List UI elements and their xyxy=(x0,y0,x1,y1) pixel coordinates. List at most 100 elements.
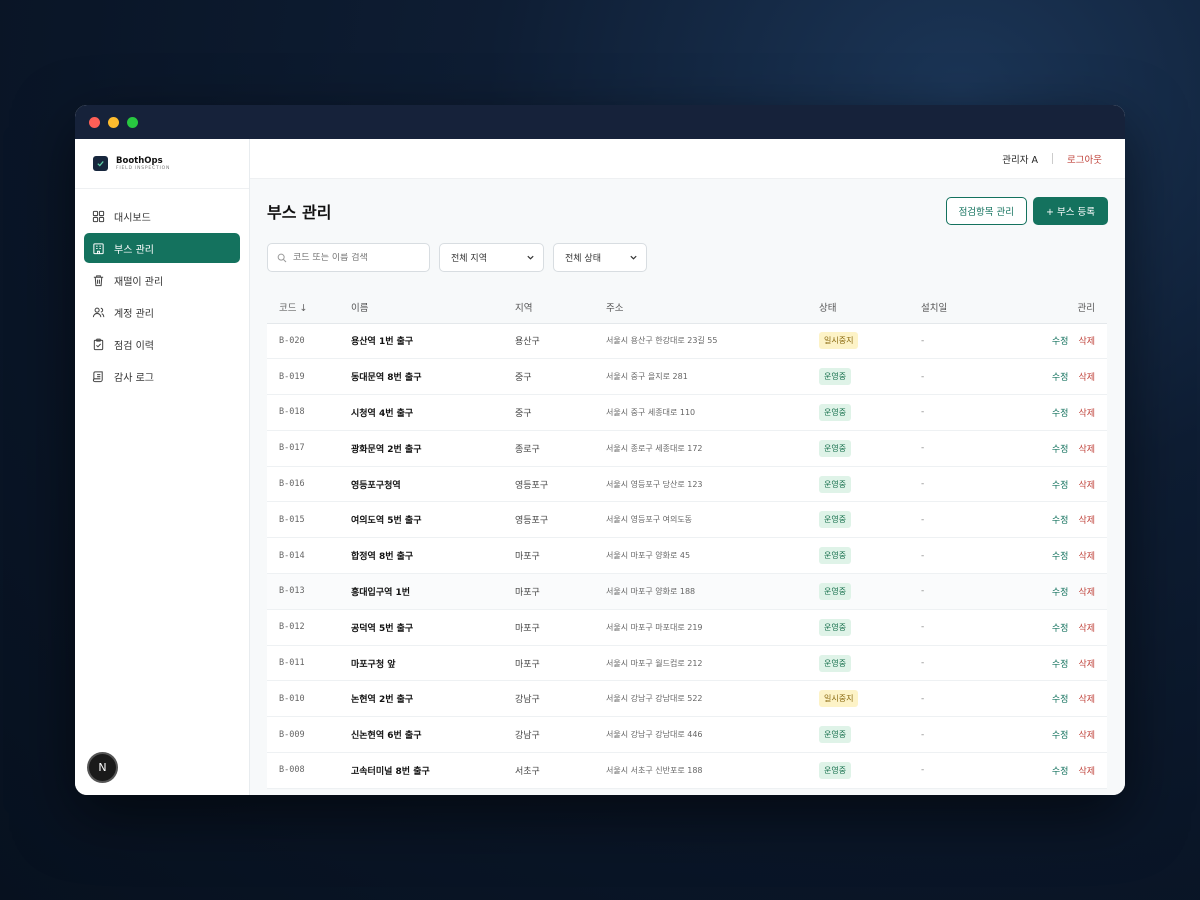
sidebar-item-label: 감사 로그 xyxy=(114,372,154,384)
booth-name: 용산역 1번 출구 xyxy=(351,323,515,360)
table-row[interactable]: B-008 고속터미널 8번 출구 서초구 서울시 서초구 신반포로 188 운영중 - 수… xyxy=(267,752,1107,789)
maximize-window-button[interactable] xyxy=(127,116,138,128)
status-cell: 운영중 xyxy=(819,501,921,539)
grid-icon xyxy=(92,210,105,222)
actions-cell: 수정 삭제 xyxy=(1031,716,1107,754)
sidebar-item-ashtrays[interactable]: 재떨이 관리 xyxy=(84,265,240,295)
table-row[interactable]: B-011 마포구청 앞 마포구 서울시 마포구 월드컵로 212 운영중 - 수정 삭제 xyxy=(267,645,1107,682)
status-badge: 운영중 xyxy=(819,403,852,421)
sidebar-item-booths[interactable]: 부스 관리 xyxy=(84,233,240,263)
table-row[interactable]: B-015 여의도역 5번 출구 영등포구 서울시 영등포구 여의도동 운영중 - 수정 삭제 xyxy=(267,501,1107,539)
sidebar-item-dashboard[interactable]: 대시보드 xyxy=(84,201,240,231)
booth-region: 강남구 xyxy=(515,716,606,754)
add-booth-button[interactable]: + 부스 등록 xyxy=(1033,197,1108,225)
table-row[interactable]: B-013 홍대입구역 1번 마포구 서울시 마포구 양화로 188 운영중 - 수정 삭제 xyxy=(267,573,1107,610)
actions-cell: 수정 삭제 xyxy=(1031,752,1107,789)
edit-button[interactable]: 수정 xyxy=(1052,481,1069,491)
minimize-window-button[interactable] xyxy=(108,116,119,128)
status-cell: 운영중 xyxy=(819,716,921,754)
delete-button[interactable]: 삭제 xyxy=(1078,409,1095,419)
page-title: 부스 관리 xyxy=(267,203,332,222)
delete-button[interactable]: 삭제 xyxy=(1078,481,1095,491)
status-cell: 운영중 xyxy=(819,358,921,396)
table-row[interactable]: B-014 합정역 8번 출구 마포구 서울시 마포구 양화로 45 운영중 - 수정 삭제 xyxy=(267,537,1107,575)
sidebar-item-label: 점검 이력 xyxy=(114,340,154,352)
delete-button[interactable]: 삭제 xyxy=(1078,767,1095,777)
delete-button[interactable]: 삭제 xyxy=(1078,337,1095,347)
edit-button[interactable]: 수정 xyxy=(1052,588,1069,598)
booth-code: B-011 xyxy=(267,645,351,682)
table-row[interactable]: B-010 논현역 2번 출구 강남구 서울시 강남구 강남대로 522 일시중지 - 수정… xyxy=(267,680,1107,718)
sidebar-item-inspection-history[interactable]: 점검 이력 xyxy=(84,329,240,359)
manage-check-items-button[interactable]: 점검항목 관리 xyxy=(945,197,1028,225)
install-date: - xyxy=(921,466,1031,503)
edit-button[interactable]: 수정 xyxy=(1052,337,1069,347)
booth-region: 마포구 xyxy=(515,645,606,682)
column-header-code[interactable]: 코드 ↓ xyxy=(267,291,351,324)
brand[interactable]: BoothOps FIELD INSPECTION xyxy=(75,139,249,189)
delete-button[interactable]: 삭제 xyxy=(1078,552,1095,562)
table-row[interactable]: B-017 광화문역 2번 출구 종로구 서울시 종로구 세종대로 172 운영중 - 수정… xyxy=(267,430,1107,467)
table-row[interactable]: B-018 시청역 4번 출구 중구 서울시 중구 세종대로 110 운영중 - 수정 삭제 xyxy=(267,394,1107,431)
booth-name: 합정역 8번 출구 xyxy=(351,537,515,575)
table-row[interactable]: B-019 동대문역 8번 출구 중구 서울시 중구 을지로 281 운영중 - 수정 삭제 xyxy=(267,358,1107,396)
region-select[interactable]: 전체 지역 xyxy=(439,243,544,272)
clipboard-check-icon xyxy=(93,338,104,350)
status-cell: 운영중 xyxy=(819,752,921,789)
status-select-value: 전체 상태 xyxy=(565,254,601,264)
booth-code: B-016 xyxy=(267,466,351,503)
booth-address: 서울시 강남구 강남대로 522 xyxy=(606,680,819,718)
edit-button[interactable]: 수정 xyxy=(1052,767,1069,777)
search-input[interactable] xyxy=(293,252,423,263)
booth-code: B-018 xyxy=(267,394,351,431)
booth-region: 강남구 xyxy=(515,680,606,718)
delete-button[interactable]: 삭제 xyxy=(1078,516,1095,526)
logout-button[interactable]: 로그아웃 xyxy=(1067,152,1102,166)
table-row[interactable]: B-009 신논현역 6번 출구 강남구 서울시 강남구 강남대로 446 운영중 - 수정… xyxy=(267,716,1107,754)
actions-cell: 수정 삭제 xyxy=(1031,501,1107,539)
delete-button[interactable]: 삭제 xyxy=(1078,660,1095,670)
edit-button[interactable]: 수정 xyxy=(1052,552,1069,562)
install-date: - xyxy=(921,680,1031,718)
booth-address: 서울시 중구 세종대로 110 xyxy=(606,394,819,431)
sidebar-item-audit-log[interactable]: 감사 로그 xyxy=(84,361,240,391)
booth-region: 마포구 xyxy=(515,537,606,575)
booth-region: 중구 xyxy=(515,394,606,431)
status-cell: 운영중 xyxy=(819,394,921,431)
edit-button[interactable]: 수정 xyxy=(1052,695,1069,705)
booth-region: 서초구 xyxy=(515,752,606,789)
status-badge: 운영중 xyxy=(819,439,852,457)
close-window-button[interactable] xyxy=(89,116,100,128)
delete-button[interactable]: 삭제 xyxy=(1078,624,1095,634)
status-select[interactable]: 전체 상태 xyxy=(553,243,647,272)
table-body: B-020 용산역 1번 출구 용산구 서울시 용산구 한강대로 23길 55 일시중지… xyxy=(267,323,1107,789)
table-row[interactable]: B-016 영등포구청역 영등포구 서울시 영등포구 당산로 123 운영중 - 수정 삭제 xyxy=(267,466,1107,503)
edit-button[interactable]: 수정 xyxy=(1052,660,1069,670)
nextjs-dev-badge[interactable]: N xyxy=(89,754,116,781)
actions-cell: 수정 삭제 xyxy=(1031,537,1107,575)
booth-name: 고속터미널 8번 출구 xyxy=(351,752,515,789)
edit-button[interactable]: 수정 xyxy=(1052,373,1069,383)
sidebar-nav: 대시보드 부스 관리 재떨이 관리 계정 관리 점검 이력 감사 로그 xyxy=(75,189,249,403)
edit-button[interactable]: 수정 xyxy=(1052,516,1069,526)
edit-button[interactable]: 수정 xyxy=(1052,409,1069,419)
delete-button[interactable]: 삭제 xyxy=(1078,445,1095,455)
booth-name: 논현역 2번 출구 xyxy=(351,680,515,718)
delete-button[interactable]: 삭제 xyxy=(1078,731,1095,741)
booth-name: 동대문역 8번 출구 xyxy=(351,358,515,396)
table-row[interactable]: B-012 공덕역 5번 출구 마포구 서울시 마포구 마포대로 219 운영중 - 수정 삭… xyxy=(267,609,1107,646)
admin-name: 관리자 A xyxy=(1002,154,1039,166)
booth-code: B-015 xyxy=(267,501,351,539)
delete-button[interactable]: 삭제 xyxy=(1078,695,1095,705)
edit-button[interactable]: 수정 xyxy=(1052,731,1069,741)
delete-button[interactable]: 삭제 xyxy=(1078,588,1095,598)
status-cell: 운영중 xyxy=(819,430,921,467)
brand-name: BoothOps xyxy=(116,155,163,166)
search-box[interactable] xyxy=(267,243,430,272)
actions-cell: 수정 삭제 xyxy=(1031,466,1107,503)
edit-button[interactable]: 수정 xyxy=(1052,445,1069,455)
delete-button[interactable]: 삭제 xyxy=(1078,373,1095,383)
sidebar-item-accounts[interactable]: 계정 관리 xyxy=(84,297,240,327)
table-row[interactable]: B-020 용산역 1번 출구 용산구 서울시 용산구 한강대로 23길 55 일시중지… xyxy=(267,323,1107,360)
edit-button[interactable]: 수정 xyxy=(1052,624,1069,634)
